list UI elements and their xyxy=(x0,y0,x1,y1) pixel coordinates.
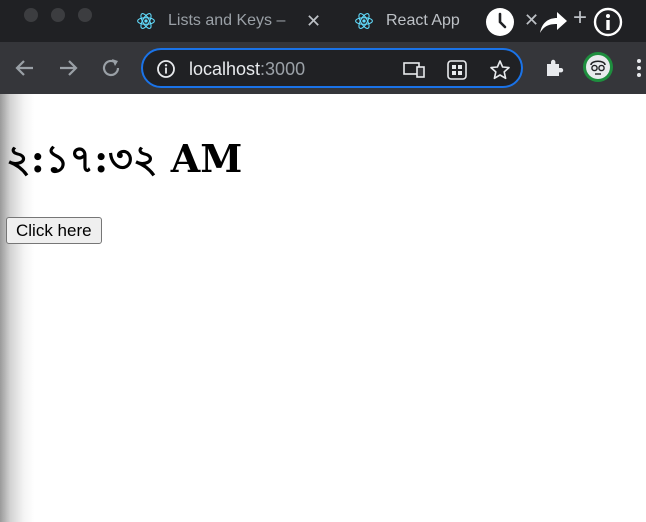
window-close-dot[interactable] xyxy=(24,8,38,22)
address-bar[interactable]: localhost:3000 xyxy=(141,48,523,88)
star-icon[interactable] xyxy=(489,59,511,81)
page-viewport: ২:১৭:৩২ AM Click here xyxy=(0,94,646,522)
arrow-right-icon[interactable] xyxy=(54,54,82,82)
url-host: localhost xyxy=(189,59,261,79)
react-logo-icon xyxy=(137,13,155,29)
tab-close-icon[interactable]: ✕ xyxy=(306,11,321,32)
info-icon[interactable] xyxy=(592,6,624,38)
window-minimize-dot[interactable] xyxy=(51,8,65,22)
tab-title: React App xyxy=(386,12,460,29)
tab-title: Lists and Keys – xyxy=(168,12,286,29)
kebab-icon[interactable] xyxy=(636,57,642,79)
new-tab-plus-icon[interactable]: + xyxy=(573,4,587,32)
share-arrow-icon[interactable] xyxy=(537,6,569,38)
puzzle-icon[interactable] xyxy=(540,54,568,82)
browser-toolbar: localhost:3000 xyxy=(0,42,646,94)
reload-icon[interactable] xyxy=(97,54,125,82)
react-logo-icon xyxy=(355,13,373,29)
clock-heading: ২:১৭:৩২ AM xyxy=(6,136,243,181)
click-here-button[interactable]: Click here xyxy=(6,217,102,244)
site-info-icon[interactable] xyxy=(156,59,176,84)
url-text[interactable]: localhost:3000 xyxy=(189,59,305,80)
window-maximize-dot[interactable] xyxy=(78,8,92,22)
cast-icon[interactable] xyxy=(403,59,425,81)
browser-tab-strip: Lists and Keys – ✕ React App ✕ + xyxy=(0,0,646,42)
arrow-left-icon[interactable] xyxy=(11,54,39,82)
url-port: :3000 xyxy=(260,59,306,79)
tab-lists-and-keys[interactable]: Lists and Keys – ✕ xyxy=(136,4,336,38)
grid-icon[interactable] xyxy=(446,59,468,81)
avatar-icon[interactable] xyxy=(583,52,613,82)
clock-icon[interactable] xyxy=(484,6,516,38)
